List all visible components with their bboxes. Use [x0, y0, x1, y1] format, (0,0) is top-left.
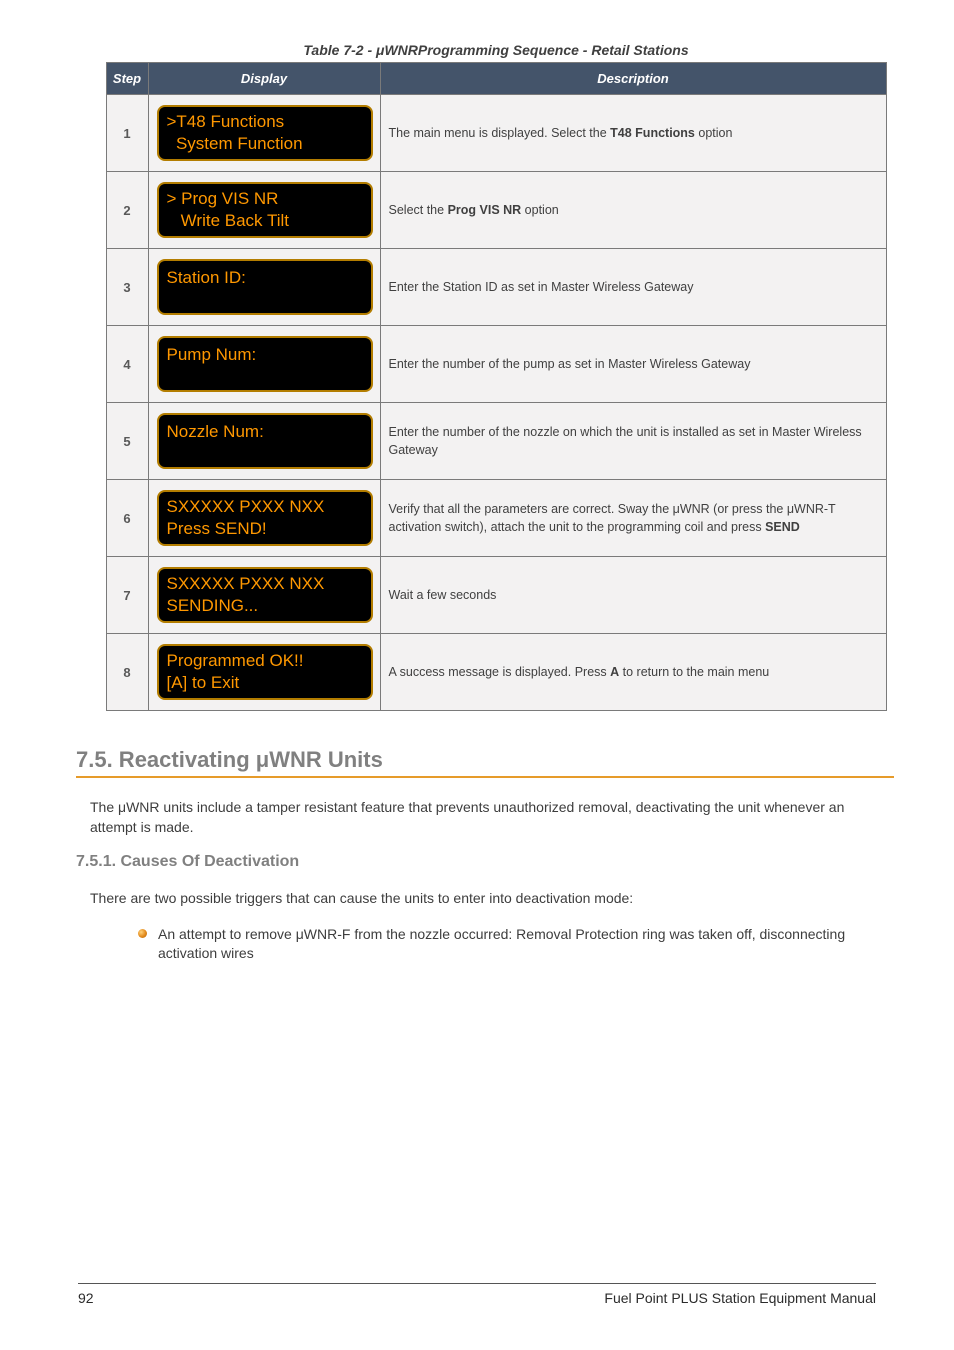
description-cell: Verify that all the parameters are corre…	[380, 480, 886, 557]
bullet-list: An attempt to remove μWNR-F from the noz…	[138, 925, 894, 964]
lcd-display: SXXXXX PXXX NXXSENDING...	[157, 567, 373, 623]
lcd-line: Programmed OK!!	[167, 650, 363, 672]
description-cell: A success message is displayed. Press A …	[380, 634, 886, 711]
display-cell: Station ID:	[148, 249, 380, 326]
description-cell: Enter the number of the pump as set in M…	[380, 326, 886, 403]
lcd-line: SXXXXX PXXX NXX	[167, 573, 363, 595]
step-number: 8	[106, 634, 148, 711]
display-cell: > Prog VIS NR Write Back Tilt	[148, 172, 380, 249]
list-item: An attempt to remove μWNR-F from the noz…	[138, 925, 894, 964]
lcd-line: Nozzle Num:	[167, 421, 363, 443]
lcd-line: Write Back Tilt	[167, 210, 363, 232]
th-description: Description	[380, 63, 886, 95]
display-cell: Nozzle Num:	[148, 403, 380, 480]
table-row: 7SXXXXX PXXX NXXSENDING...Wait a few sec…	[106, 557, 886, 634]
table-row: 5 Nozzle Num: Enter the number of the nozz…	[106, 403, 886, 480]
table-row: 6SXXXXX PXXX NXXPress SEND!Verify that a…	[106, 480, 886, 557]
lcd-line: Station ID:	[167, 267, 363, 289]
lcd-display: Programmed OK!![A] to Exit	[157, 644, 373, 700]
step-number: 1	[106, 95, 148, 172]
lcd-line: SENDING...	[167, 595, 363, 617]
lcd-display: Nozzle Num:	[157, 413, 373, 469]
section-paragraph-1: The μWNR units include a tamper resistan…	[90, 798, 894, 837]
subsection-heading: 7.5.1. Causes Of Deactivation	[76, 853, 894, 871]
display-cell: >T48 Functions System Function	[148, 95, 380, 172]
display-cell: SXXXXX PXXX NXXPress SEND!	[148, 480, 380, 557]
description-cell: Wait a few seconds	[380, 557, 886, 634]
page-number: 92	[78, 1290, 94, 1306]
lcd-line: >T48 Functions	[167, 111, 363, 133]
table-row: 1>T48 Functions System FunctionThe main …	[106, 95, 886, 172]
step-number: 6	[106, 480, 148, 557]
lcd-display: SXXXXX PXXX NXXPress SEND!	[157, 490, 373, 546]
display-cell: SXXXXX PXXX NXXSENDING...	[148, 557, 380, 634]
lcd-line: Pump Num:	[167, 344, 363, 366]
sequence-table: Step Display Description 1>T48 Functions…	[106, 62, 887, 711]
lcd-display: Pump Num:	[157, 336, 373, 392]
display-cell: Pump Num:	[148, 326, 380, 403]
step-number: 2	[106, 172, 148, 249]
lcd-display: >T48 Functions System Function	[157, 105, 373, 161]
table-row: 4 Pump Num: Enter the number of the pump a…	[106, 326, 886, 403]
lcd-line: [A] to Exit	[167, 672, 363, 694]
step-number: 3	[106, 249, 148, 326]
lcd-line: System Function	[167, 133, 363, 155]
lcd-display: Station ID:	[157, 259, 373, 315]
description-cell: Select the Prog VIS NR option	[380, 172, 886, 249]
section-heading: 7.5. Reactivating μWNR Units	[76, 747, 894, 778]
lcd-line: > Prog VIS NR	[167, 188, 363, 210]
lcd-display: > Prog VIS NR Write Back Tilt	[157, 182, 373, 238]
lcd-line: SXXXXX PXXX NXX	[167, 496, 363, 518]
step-number: 7	[106, 557, 148, 634]
description-cell: Enter the number of the nozzle on which …	[380, 403, 886, 480]
table-row: 8Programmed OK!![A] to ExitA success mes…	[106, 634, 886, 711]
th-step: Step	[106, 63, 148, 95]
section-paragraph-2: There are two possible triggers that can…	[90, 889, 894, 909]
table-caption: Table 7-2 - μWNRProgramming Sequence - R…	[98, 42, 894, 58]
description-cell: Enter the Station ID as set in Master Wi…	[380, 249, 886, 326]
th-display: Display	[148, 63, 380, 95]
table-row: 3 Station ID: Enter the Station ID as set …	[106, 249, 886, 326]
step-number: 5	[106, 403, 148, 480]
footer-title: Fuel Point PLUS Station Equipment Manual	[604, 1290, 876, 1306]
page-footer: 92 Fuel Point PLUS Station Equipment Man…	[78, 1283, 876, 1306]
step-number: 4	[106, 326, 148, 403]
description-cell: The main menu is displayed. Select the T…	[380, 95, 886, 172]
table-row: 2> Prog VIS NR Write Back TiltSelect the…	[106, 172, 886, 249]
lcd-line: Press SEND!	[167, 518, 363, 540]
display-cell: Programmed OK!![A] to Exit	[148, 634, 380, 711]
